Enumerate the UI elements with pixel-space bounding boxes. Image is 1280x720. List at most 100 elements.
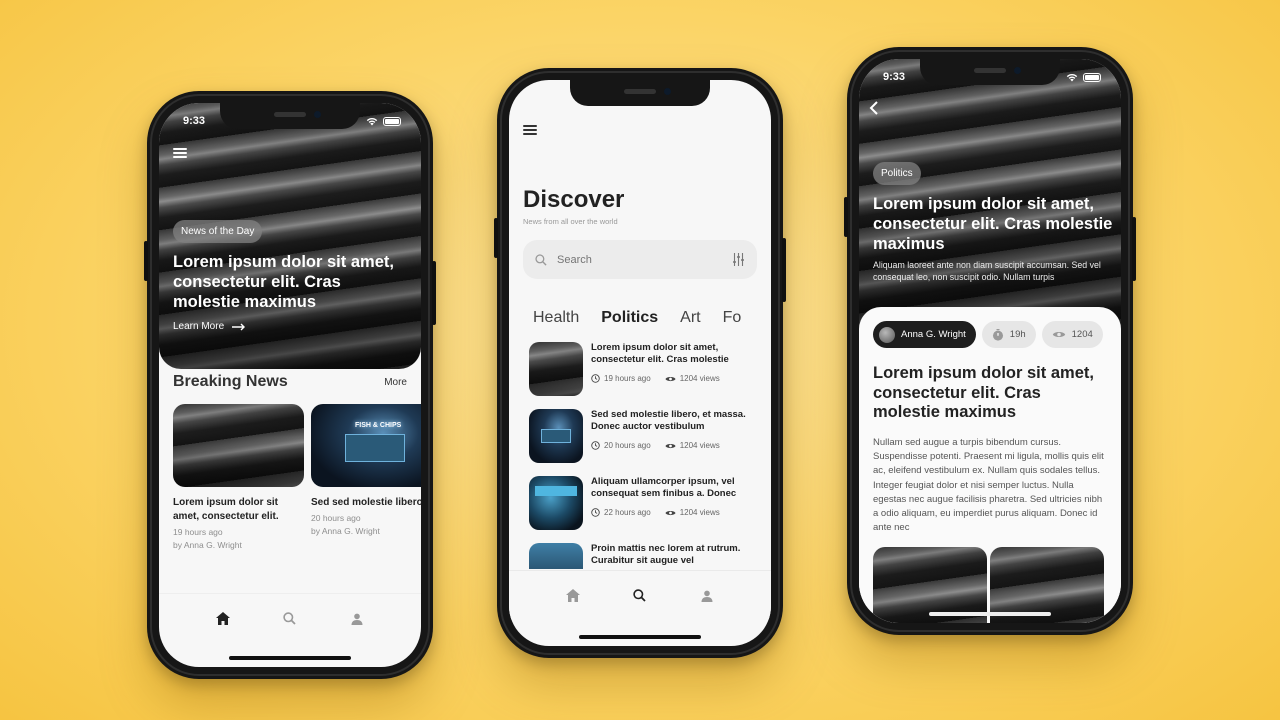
article-body: Nullam sed augue a turpis bibendum cursu…: [873, 437, 1104, 534]
item-thumbnail: [529, 409, 583, 463]
news-of-the-day-chip[interactable]: News of the Day: [173, 220, 263, 243]
home-icon[interactable]: [215, 611, 231, 627]
home-indicator: [579, 635, 701, 639]
side-button: [494, 218, 498, 258]
tab-food[interactable]: Fo: [723, 309, 742, 327]
search-bar[interactable]: [523, 240, 757, 279]
item-time: 20 hours ago: [604, 441, 651, 450]
author-name: Anna G. Wright: [901, 329, 966, 340]
list-item[interactable]: Aliquam ullamcorper ipsum, vel consequat…: [529, 476, 757, 532]
tab-politics[interactable]: Politics: [601, 309, 658, 327]
phone-discover: Discover News from all over the world He…: [494, 68, 786, 658]
eye-icon: [665, 510, 676, 515]
eye-icon: [1052, 331, 1065, 338]
profile-icon[interactable]: [349, 611, 365, 627]
card-title: Lorem ipsum dolor sit amet, consectetur …: [173, 497, 279, 522]
card-time: 20 hours ago: [311, 513, 361, 523]
item-title: Proin mattis nec lorem at rutrum. Curabi…: [591, 543, 741, 566]
search-icon[interactable]: [282, 611, 298, 627]
back-arrow-icon[interactable]: [869, 101, 879, 115]
menu-icon[interactable]: [173, 148, 187, 158]
article-summary: Aliquam laoreet ante non diam suscipit a…: [873, 260, 1101, 282]
search-input[interactable]: [557, 253, 722, 266]
clock-icon: [591, 441, 600, 450]
bottom-tab-bar: [509, 570, 771, 620]
timer-icon: [992, 328, 1003, 341]
more-link[interactable]: More: [384, 377, 407, 388]
discover-screen: Discover News from all over the world He…: [509, 80, 771, 646]
article-screen: 9:33 Politics Lorem ipsum dolor sit amet…: [859, 59, 1121, 623]
phone-home: 9:33 News of the Day Lorem ipsum dolor s…: [144, 91, 436, 679]
item-title: Aliquam ullamcorper ipsum, vel consequat…: [591, 476, 737, 499]
shop-sign: FISH & CHIPS: [355, 422, 402, 429]
breaking-news-header: Breaking News More: [173, 373, 407, 391]
tab-art[interactable]: Art: [680, 309, 700, 327]
article-sheet: Anna G. Wright 19h 1204 Lorem ipsum dolo…: [859, 307, 1121, 623]
home-icon[interactable]: [565, 588, 581, 604]
home-indicator: [929, 612, 1051, 616]
breaking-news-title: Breaking News: [173, 373, 288, 390]
arrow-right-icon: [232, 323, 246, 330]
side-button: [144, 241, 148, 281]
phone-article: 9:33 Politics Lorem ipsum dolor sit amet…: [844, 47, 1136, 635]
item-views: 1204 views: [679, 441, 720, 450]
eye-icon: [665, 443, 676, 448]
card-author: by Anna G. Wright: [173, 540, 242, 550]
time-value: 19h: [1009, 329, 1026, 340]
bottom-tab-bar: [159, 593, 421, 643]
status-time: 9:33: [883, 71, 906, 83]
side-button: [844, 197, 848, 237]
item-views: 1204 views: [679, 374, 720, 383]
search-icon[interactable]: [632, 588, 648, 604]
menu-icon[interactable]: [523, 125, 537, 135]
hero-image[interactable]: News of the Day Lorem ipsum dolor sit am…: [159, 103, 421, 369]
status-time: 9:33: [183, 115, 206, 127]
home-indicator: [229, 656, 351, 660]
battery-icon: [1083, 72, 1101, 82]
article-meta-row: Anna G. Wright 19h 1204: [873, 321, 1103, 348]
views-pill: 1204: [1041, 321, 1103, 348]
category-chip[interactable]: Politics: [873, 162, 921, 185]
learn-more-label: Learn More: [173, 321, 225, 332]
wifi-icon: [1066, 73, 1078, 81]
card-image: FISH & CHIPS: [311, 404, 421, 487]
views-value: 1204: [1071, 329, 1093, 340]
article-title: Lorem ipsum dolor sit amet, consectetur …: [873, 364, 1094, 421]
item-time: 22 hours ago: [604, 508, 651, 517]
list-item[interactable]: Lorem ipsum dolor sit amet, consectetur …: [529, 342, 757, 398]
search-icon: [535, 253, 547, 266]
card-image: [173, 404, 304, 487]
breaking-card[interactable]: Lorem ipsum dolor sit amet, consectetur …: [173, 404, 304, 552]
notch: [570, 80, 710, 106]
side-button: [1132, 217, 1136, 281]
home-screen: 9:33 News of the Day Lorem ipsum dolor s…: [159, 103, 421, 667]
notch: [220, 103, 360, 129]
card-time: 19 hours ago: [173, 527, 223, 537]
filter-icon[interactable]: [732, 253, 745, 266]
item-title: Sed sed molestie libero, et massa. Donec…: [591, 409, 746, 432]
hero-headline: Lorem ipsum dolor sit amet, consectetur …: [173, 253, 394, 311]
article-hero-headline: Lorem ipsum dolor sit amet, consectetur …: [873, 195, 1113, 253]
tab-health[interactable]: Health: [533, 309, 579, 327]
time-pill: 19h: [981, 321, 1036, 348]
card-author: by Anna G. Wright: [311, 526, 380, 536]
eye-icon: [665, 376, 676, 381]
side-button: [432, 261, 436, 325]
card-title: Sed sed molestie libero, et massa. Donec…: [311, 497, 421, 508]
breaking-card[interactable]: FISH & CHIPS Sed sed molestie libero, et…: [311, 404, 421, 538]
clock-icon: [591, 508, 600, 517]
list-item[interactable]: Sed sed molestie libero, et massa. Donec…: [529, 409, 757, 465]
discover-subtitle: News from all over the world: [523, 217, 618, 226]
wifi-icon: [366, 117, 378, 125]
avatar: [879, 326, 895, 343]
notch: [920, 59, 1060, 85]
item-views: 1204 views: [679, 508, 720, 517]
side-button: [782, 238, 786, 302]
article-hero-image: Politics Lorem ipsum dolor sit amet, con…: [859, 59, 1121, 329]
category-tabs: Health Politics Art Fo: [533, 309, 771, 327]
author-pill[interactable]: Anna G. Wright: [873, 321, 976, 348]
profile-icon[interactable]: [699, 588, 715, 604]
learn-more-link[interactable]: Learn More: [173, 321, 246, 332]
list-item[interactable]: Proin mattis nec lorem at rutrum. Curabi…: [529, 543, 757, 569]
clock-icon: [591, 374, 600, 383]
